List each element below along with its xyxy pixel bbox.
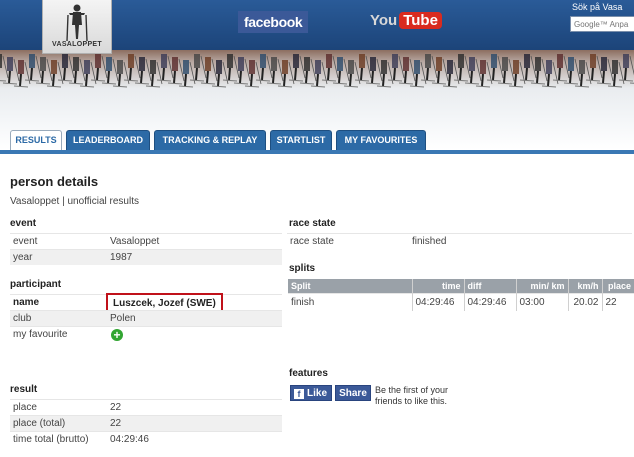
splits-heading: splits [289, 263, 316, 274]
participant-table: name Luszcek, Jozef (SWE) club Polen my … [10, 293, 282, 342]
google-search-input[interactable] [570, 16, 634, 32]
skier-emblem-icon [66, 4, 88, 42]
youtube-tube-text: Tube [399, 12, 442, 29]
like-label: Like [307, 388, 328, 399]
facebook-share-button[interactable]: Share [335, 385, 371, 401]
tab-my-favourites[interactable]: MY FAVOURITES [336, 130, 426, 150]
tab-underline [0, 150, 634, 154]
table-row: race state finished [287, 233, 632, 249]
time-total-key: time total (brutto) [13, 434, 89, 445]
favourite-key: my favourite [13, 329, 68, 340]
place-cell: 22 [601, 292, 634, 311]
vasaloppet-logo[interactable]: VASALOPPET [42, 0, 112, 54]
table-row: place 22 [10, 399, 282, 415]
youtube-you-text: You [370, 12, 398, 29]
facebook-link[interactable]: facebook [238, 11, 309, 33]
table-row: year 1987 [10, 249, 282, 265]
diff-column-header: diff [463, 279, 516, 293]
event-value: Vasaloppet [110, 236, 160, 247]
name-key: name [13, 297, 40, 308]
kmh-cell: 20.02 [567, 292, 602, 311]
features-heading: features [289, 368, 328, 379]
event-table: event Vasaloppet year 1987 [10, 233, 282, 265]
page-title: person details [10, 174, 99, 189]
site-header: VASALOPPET facebook You Tube Sök på Vasa [0, 0, 634, 150]
place-column-header: place [601, 279, 634, 293]
race-state-value: finished [412, 236, 447, 247]
event-heading: event [10, 218, 37, 229]
club-key: club [13, 313, 32, 324]
time-cell: 04:29:46 [411, 292, 464, 311]
diff-cell: 04:29:46 [463, 292, 516, 311]
table-row: event Vasaloppet [10, 233, 282, 249]
table-row: name Luszcek, Jozef (SWE) [10, 293, 282, 312]
facebook-like-text: Be the first of your friends to like thi… [375, 385, 449, 406]
time-total-value: 04:29:46 [110, 434, 149, 445]
splits-header-row: Split time diff min/ km km/h place [288, 279, 634, 293]
year-key: year [13, 252, 33, 263]
page-subtitle: Vasaloppet | unofficial results [10, 196, 139, 207]
splits-table: Split time diff min/ km km/h place finis… [288, 279, 634, 311]
result-table: place 22 place (total) 22 time total (br… [10, 399, 282, 447]
kmh-column-header: km/h [567, 279, 602, 293]
min-km-column-header: min/ km [515, 279, 568, 293]
table-row: time total (brutto) 04:29:46 [10, 431, 282, 447]
race-state-table: race state finished [287, 233, 632, 249]
tab-startlist[interactable]: STARTLIST [270, 130, 332, 150]
logo-text: VASALOPPET [52, 41, 102, 48]
facebook-f-icon: f [294, 389, 304, 399]
tab-leaderboard[interactable]: LEADERBOARD [66, 130, 150, 150]
tab-results[interactable]: RESULTS [10, 130, 62, 151]
table-row: club Polen [10, 310, 282, 326]
search-label: Sök på Vasa [572, 2, 623, 12]
table-row: finish 04:29:46 04:29:46 03:00 20.02 22 [288, 292, 634, 311]
split-cell: finish [288, 292, 412, 311]
split-column-header: Split [288, 279, 412, 293]
tab-tracking-replay[interactable]: TRACKING & REPLAY [154, 130, 266, 150]
club-value: Polen [110, 313, 136, 324]
race-state-heading: race state [289, 218, 336, 229]
participant-heading: participant [10, 279, 62, 290]
table-row: place (total) 22 [10, 415, 282, 431]
time-column-header: time [411, 279, 464, 293]
table-row: my favourite + [10, 326, 282, 342]
youtube-link[interactable]: You Tube [370, 10, 442, 32]
place-value: 22 [110, 402, 122, 413]
year-value: 1987 [110, 252, 133, 263]
race-state-key: race state [290, 236, 334, 247]
place-total-value: 22 [110, 418, 122, 429]
add-favourite-plus-icon[interactable]: + [111, 329, 123, 341]
event-key: event [13, 236, 38, 247]
result-heading: result [10, 384, 38, 395]
min-km-cell: 03:00 [515, 292, 568, 311]
facebook-like-button[interactable]: f Like [290, 385, 332, 401]
place-key: place [13, 402, 37, 413]
place-total-key: place (total) [13, 418, 66, 429]
